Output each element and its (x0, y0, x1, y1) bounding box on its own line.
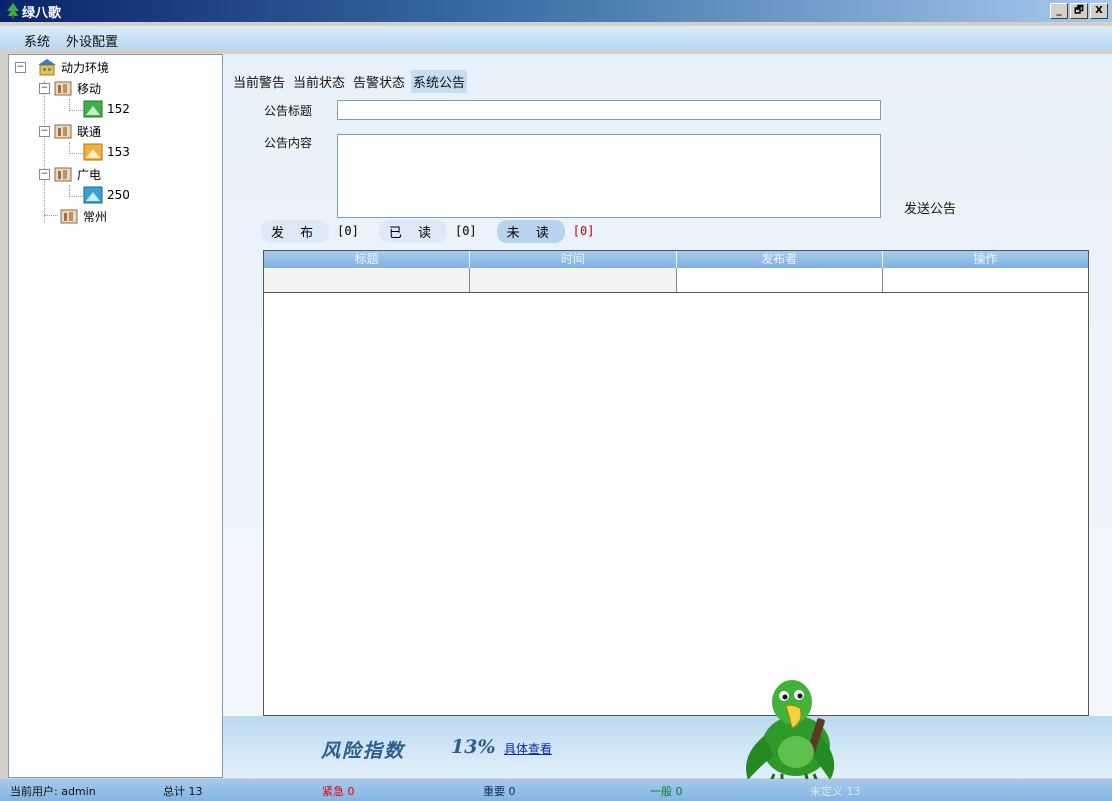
tree-group-mobile[interactable]: − 移动 (39, 79, 101, 97)
cabinet-icon (54, 81, 72, 96)
menu-peripheral-config[interactable]: 外设配置 (66, 31, 118, 50)
tree-root-label: 动力环境 (61, 60, 110, 75)
tree-leaf-153[interactable]: 153 (83, 143, 130, 161)
restore-button[interactable]: 🗗 (1070, 3, 1088, 19)
menu-system[interactable]: 系统 (24, 31, 50, 50)
tab-system-notice[interactable]: 系统公告 (411, 70, 468, 93)
collapse-icon[interactable]: − (15, 61, 26, 73)
read-count: [0] (454, 224, 477, 238)
main-panel: 当前警告 当前状态 告警状态 系统公告 公告标题 公告内容 发送公告 发 布 [… (223, 54, 1112, 777)
collapse-icon[interactable]: − (39, 168, 50, 180)
tab-current-status[interactable]: 当前状态 (291, 70, 347, 93)
total-count-status: 总计 13 (163, 785, 203, 798)
urgent-count-status: 紧急 0 (322, 785, 355, 798)
column-header-time[interactable]: 时间 (470, 251, 677, 268)
collapse-icon[interactable]: − (39, 82, 50, 94)
tree-leaf-label: 250 (107, 188, 130, 202)
minimize-button[interactable]: _ (1050, 3, 1068, 19)
general-count-status: 一般 0 (650, 785, 683, 798)
tree-leaf-label: 152 (107, 102, 130, 116)
filter-unread-button[interactable]: 未 读 (496, 219, 565, 243)
tree-connector (69, 196, 83, 197)
parrot-mascot-icon (746, 680, 835, 784)
tree-connector (69, 110, 83, 111)
device-tree: − 动力环境 − 移动 152 − 联通 153 − 广电 250 常州 (8, 54, 223, 778)
risk-band: 风险指数 13% 具体查看 (223, 716, 1112, 778)
filter-read-button[interactable]: 已 读 (378, 219, 447, 243)
table-row[interactable] (264, 268, 1088, 293)
tree-connector (44, 81, 45, 223)
table-cell (676, 268, 883, 292)
tree-group-label: 联通 (77, 124, 102, 139)
cabinet-icon (54, 167, 72, 182)
close-button[interactable]: X (1090, 3, 1108, 19)
risk-index-label: 风险指数 (321, 740, 406, 762)
tree-group-unicom[interactable]: − 联通 (39, 122, 101, 140)
tree-group-changzhou[interactable]: 常州 (59, 207, 107, 225)
tree-app-icon (7, 3, 19, 19)
table-cell (882, 268, 1088, 292)
device-green-icon (83, 100, 103, 118)
current-user-status: 当前用户: admin (10, 785, 96, 798)
tab-bar: 当前警告 当前状态 告警状态 系统公告 (231, 70, 468, 93)
cabinet-icon (54, 124, 72, 139)
tree-connector (69, 153, 83, 154)
tab-alarm-status[interactable]: 告警状态 (351, 70, 407, 93)
notice-content-label: 公告内容 (264, 136, 313, 150)
column-header-title[interactable]: 标题 (264, 251, 471, 268)
menu-bar: 系统 外设配置 (0, 26, 1112, 50)
tree-root[interactable]: − 动力环境 (15, 58, 109, 76)
tree-connector (44, 215, 58, 216)
collapse-icon[interactable]: − (39, 125, 50, 137)
filter-published-button[interactable]: 发 布 (261, 219, 330, 243)
notice-table: 标题 时间 发布者 操作 (263, 250, 1089, 716)
risk-index-value: 13% (451, 736, 496, 758)
table-cell (470, 268, 677, 292)
table-header: 标题 时间 发布者 操作 (264, 251, 1088, 268)
cabinet-icon (60, 209, 78, 224)
undefined-count-status: 未定义 13 (810, 785, 861, 798)
device-teal-icon (83, 186, 103, 204)
tree-leaf-152[interactable]: 152 (83, 100, 130, 118)
tree-leaf-250[interactable]: 250 (83, 186, 130, 204)
tab-current-alarms[interactable]: 当前警告 (231, 70, 287, 93)
published-count: [0] (337, 224, 359, 238)
tree-group-label: 广电 (77, 167, 102, 182)
table-cell (264, 268, 471, 292)
tree-leaf-label: 153 (107, 145, 130, 159)
notice-content-input[interactable] (337, 134, 881, 218)
column-header-action[interactable]: 操作 (883, 251, 1088, 268)
building-icon (38, 59, 56, 76)
tree-group-broadcast[interactable]: − 广电 (39, 165, 101, 183)
title-bar: 绿八歌 _ 🗗 X (0, 0, 1112, 22)
view-details-link[interactable]: 具体查看 (504, 740, 552, 757)
status-bar: 当前用户: admin 总计 13 紧急 0 重要 0 一般 0 未定义 13 (0, 779, 1112, 801)
notice-title-label: 公告标题 (264, 104, 313, 118)
notice-title-input[interactable] (337, 100, 881, 120)
window-title: 绿八歌 (22, 6, 62, 21)
tree-group-label: 常州 (83, 209, 108, 224)
unread-count: [0] (572, 224, 595, 238)
tree-group-label: 移动 (77, 81, 102, 96)
column-header-publisher[interactable]: 发布者 (677, 251, 883, 268)
send-notice-button[interactable]: 发送公告 (904, 198, 956, 217)
important-count-status: 重要 0 (483, 785, 516, 798)
notice-filter-row: 发 布 [0] 已 读 [0] 未 读 [0] (261, 219, 614, 243)
device-orange-icon (83, 143, 103, 161)
